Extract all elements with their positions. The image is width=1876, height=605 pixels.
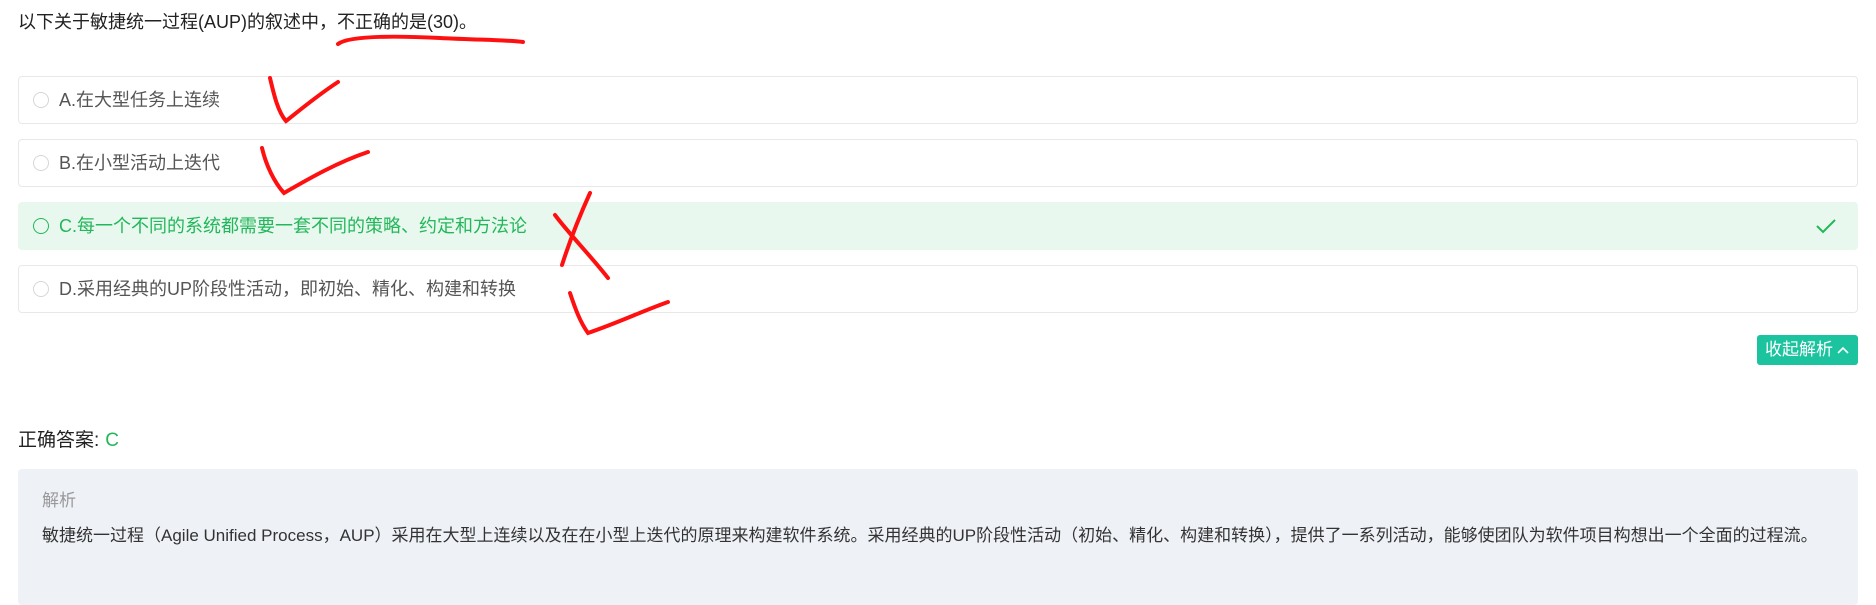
radio-icon[interactable]: [33, 92, 49, 108]
radio-icon[interactable]: [33, 155, 49, 171]
question-text: 以下关于敏捷统一过程(AUP)的叙述中，不正确的是(30)。: [18, 8, 477, 36]
radio-icon[interactable]: [33, 281, 49, 297]
option-c[interactable]: C.每一个不同的系统都需要一套不同的策略、约定和方法论: [18, 202, 1858, 250]
chevron-up-icon: [1837, 346, 1849, 354]
correct-answer-value: C: [105, 430, 120, 451]
question-emphasis: 不正确的是(30)。: [337, 12, 478, 32]
analysis-panel: 解析 敏捷统一过程（Agile Unified Process，AUP）采用在大…: [18, 469, 1858, 605]
option-b-label: B.在小型活动上迭代: [59, 153, 221, 173]
analysis-text: 敏捷统一过程（Agile Unified Process，AUP）采用在大型上连…: [42, 526, 1818, 545]
option-a[interactable]: A.在大型任务上连续: [18, 76, 1858, 124]
question-prefix: 以下关于敏捷统一过程(AUP)的叙述中，: [18, 12, 337, 32]
check-icon: [1816, 219, 1836, 234]
radio-icon[interactable]: [33, 218, 49, 234]
collapse-analysis-label: 收起解析: [1765, 340, 1833, 359]
correct-answer-label: 正确答案:: [18, 430, 100, 451]
analysis-title: 解析: [42, 491, 76, 510]
option-c-label: C.每一个不同的系统都需要一套不同的策略、约定和方法论: [59, 216, 527, 236]
underline-mark: [336, 34, 525, 46]
option-b[interactable]: B.在小型活动上迭代: [18, 139, 1858, 187]
collapse-analysis-button[interactable]: 收起解析: [1757, 335, 1858, 365]
option-d-label: D.采用经典的UP阶段性活动，即初始、精化、构建和转换: [59, 279, 517, 299]
option-d[interactable]: D.采用经典的UP阶段性活动，即初始、精化、构建和转换: [18, 265, 1858, 313]
option-a-label: A.在大型任务上连续: [59, 90, 221, 110]
correct-answer: 正确答案: C: [18, 427, 119, 455]
